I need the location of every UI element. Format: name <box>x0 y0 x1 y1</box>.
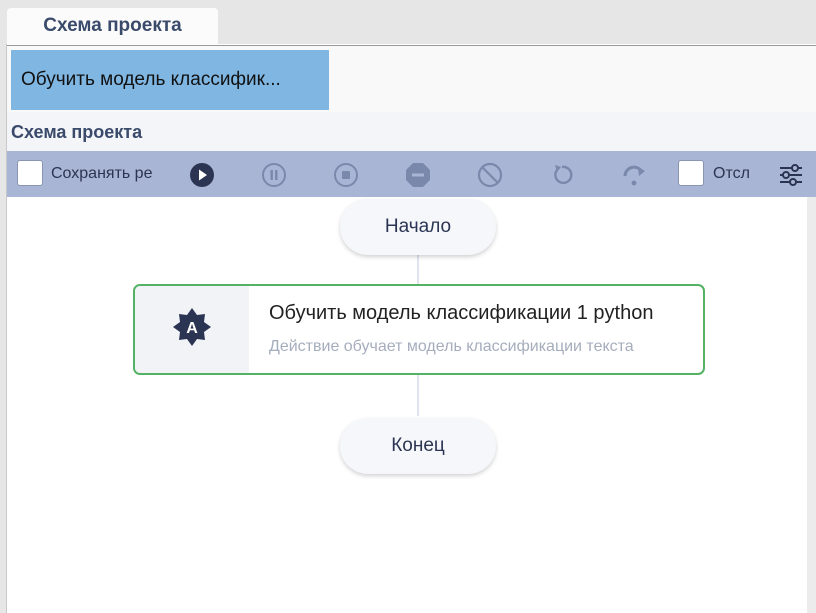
settings-sliders-icon[interactable] <box>778 162 804 188</box>
toolbar: Сохранять ре Отсл <box>7 151 816 197</box>
tab-project-scheme[interactable]: Схема проекта <box>7 8 218 44</box>
block-icon[interactable] <box>405 162 431 188</box>
undo-icon[interactable] <box>549 162 575 188</box>
section-header: Схема проекта <box>7 112 816 151</box>
end-node-label: Конец <box>391 435 445 456</box>
tab-label: Схема проекта <box>43 15 182 36</box>
connector-start <box>417 255 419 284</box>
flow-canvas[interactable]: Начало A Обучить модель классификации 1 … <box>7 197 807 613</box>
save-checkbox[interactable] <box>17 160 43 186</box>
save-checkbox-label[interactable]: Сохранять ре <box>51 165 159 183</box>
selected-project-item[interactable]: Обучить модель классифик... <box>11 50 329 110</box>
node-description: Действие обучает модель классификации те… <box>269 338 634 355</box>
selected-item-strip: Обучить модель классифик... <box>7 45 816 113</box>
node-title: Обучить модель классификации 1 python <box>269 302 654 324</box>
cancel-icon[interactable] <box>477 162 503 188</box>
stop-icon[interactable] <box>333 162 359 188</box>
play-icon[interactable] <box>189 162 215 188</box>
end-node[interactable]: Конец <box>340 418 496 474</box>
connector-end <box>417 373 419 416</box>
redo-icon[interactable] <box>621 162 647 188</box>
selected-item-label: Обучить модель классифик... <box>21 69 281 90</box>
auto-badge-icon: A <box>172 307 212 352</box>
main-panel: Обучить модель классифик... Схема проект… <box>6 44 816 613</box>
node-icon-box: A <box>135 286 249 373</box>
pause-icon[interactable] <box>261 162 287 188</box>
track-checkbox-label[interactable]: Отсл <box>713 165 751 183</box>
start-node-label: Начало <box>384 216 452 237</box>
action-node[interactable]: A Обучить модель классификации 1 python … <box>133 284 705 375</box>
auto-badge-letter: A <box>186 320 198 337</box>
section-title: Схема проекта <box>11 122 143 142</box>
vertical-scrollbar[interactable] <box>807 197 816 613</box>
start-node[interactable]: Начало <box>340 199 496 255</box>
track-checkbox[interactable] <box>678 160 704 186</box>
